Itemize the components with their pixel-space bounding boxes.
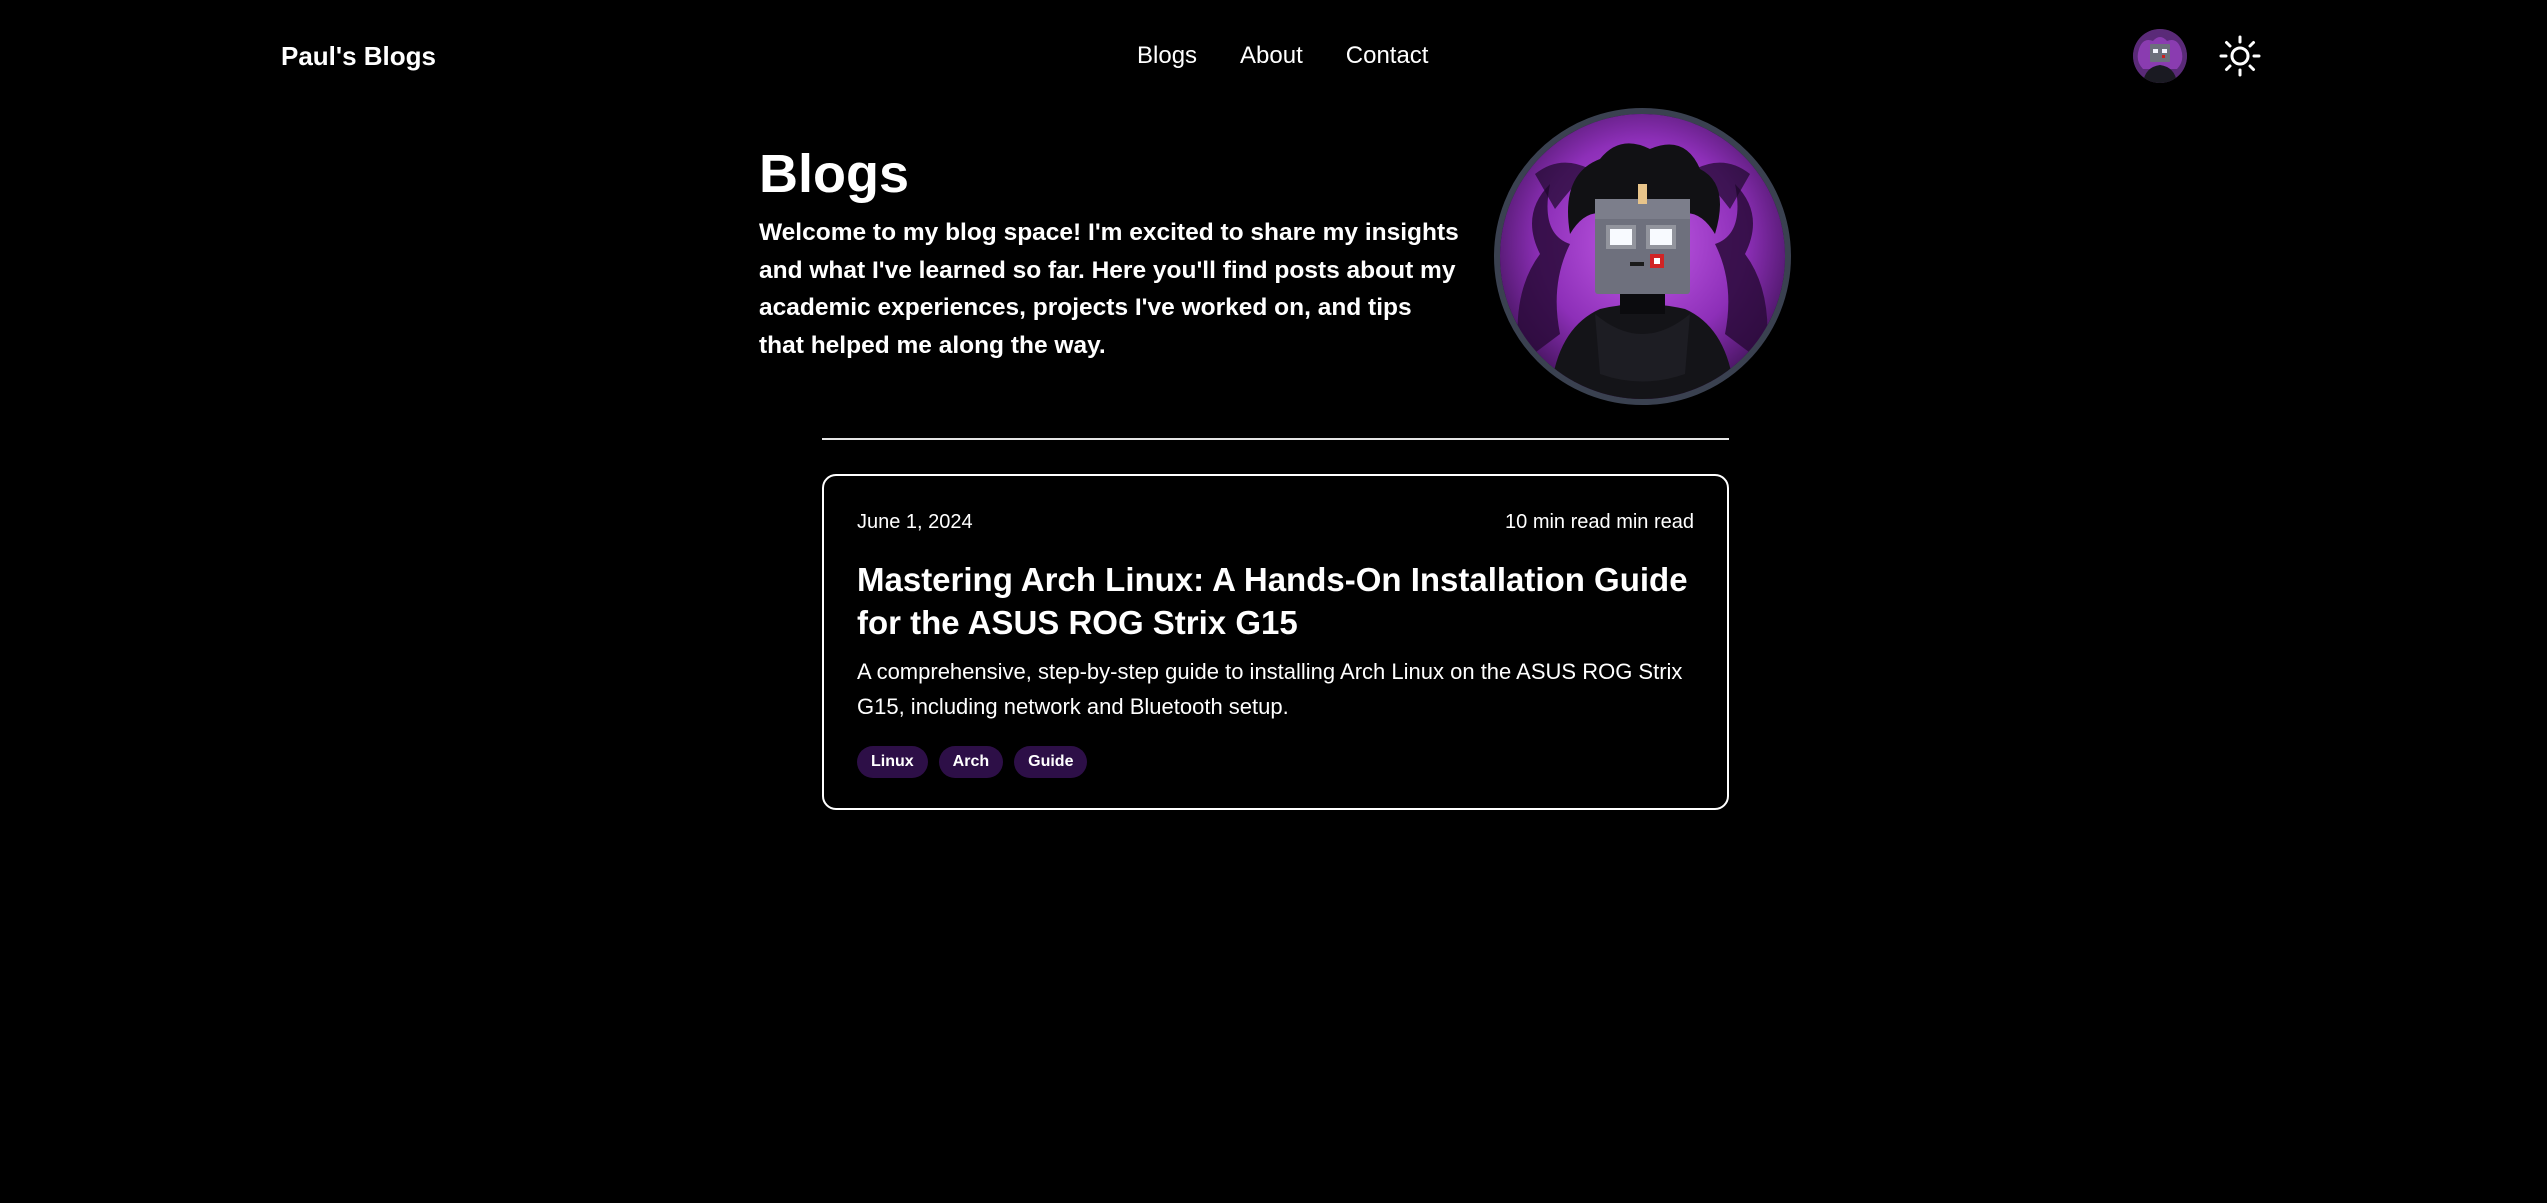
profile-avatar <box>1494 108 1791 405</box>
main-nav: Blogs About Contact <box>1137 38 1428 74</box>
nav-about-link[interactable]: About <box>1240 38 1303 74</box>
post-card[interactable]: June 1, 2024 10 min read min read Master… <box>822 474 1729 810</box>
sun-icon <box>2219 35 2261 77</box>
page-title: Blogs <box>759 144 910 204</box>
tag-guide[interactable]: Guide <box>1014 746 1088 778</box>
post-read-time: 10 min read min read <box>1505 511 1694 533</box>
nav-contact-link[interactable]: Contact <box>1346 38 1429 74</box>
section-divider <box>822 438 1729 440</box>
page: Paul's Blogs Blogs About Contact Blogs W… <box>0 0 2547 1203</box>
profile-avatar-image <box>1500 114 1785 399</box>
header-avatar[interactable] <box>2133 29 2187 83</box>
header-avatar-image <box>2133 29 2187 83</box>
intro-text: Welcome to my blog space! I'm excited to… <box>759 219 1459 359</box>
post-tags: Linux Arch Guide <box>857 746 1088 778</box>
post-title[interactable]: Mastering Arch Linux: A Hands-On Install… <box>857 558 1707 644</box>
tag-linux[interactable]: Linux <box>857 746 928 778</box>
theme-toggle-button[interactable] <box>2218 34 2262 78</box>
nav-blogs-link[interactable]: Blogs <box>1137 38 1197 74</box>
brand-link[interactable]: Paul's Blogs <box>281 38 436 74</box>
post-date: June 1, 2024 <box>857 511 973 533</box>
tag-arch[interactable]: Arch <box>938 746 1004 778</box>
post-description: A comprehensive, step-by-step guide to i… <box>857 659 1683 719</box>
